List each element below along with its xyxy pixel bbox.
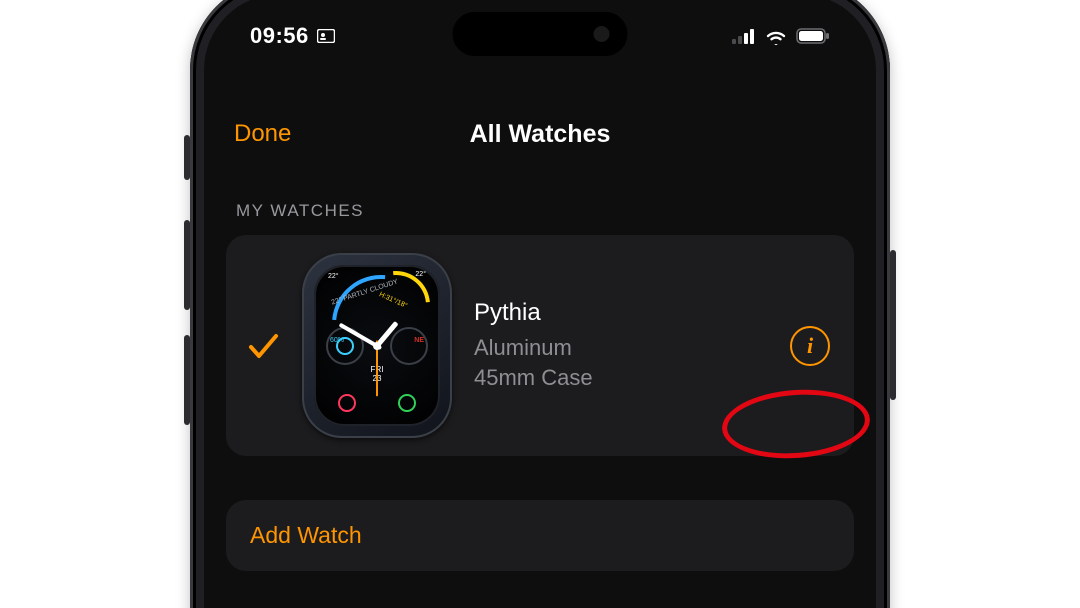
battery-icon [796, 28, 830, 44]
stage: 09:56 [0, 0, 1080, 608]
status-bar: 09:56 [204, 20, 876, 52]
cellular-signal-icon [732, 28, 756, 44]
volume-up-key [184, 220, 190, 310]
watch-row[interactable]: 22° 22° 22° PARTLY CLOUDY H:31°/18° 60% … [226, 235, 854, 456]
id-card-icon [317, 29, 335, 43]
info-button[interactable]: i [790, 326, 830, 366]
watch-thumbnail: 22° 22° 22° PARTLY CLOUDY H:31°/18° 60% … [302, 253, 452, 438]
nav-bar: Done All Watches [204, 102, 876, 167]
my-watches-header: MY WATCHES [236, 201, 844, 221]
face-temp-a: 22° [328, 273, 339, 280]
phone-screen: 09:56 [204, 0, 876, 608]
volume-down-key [184, 335, 190, 425]
add-watch-button[interactable]: Add Watch [226, 500, 854, 571]
phone-body: 09:56 [190, 0, 890, 608]
side-button-key [890, 250, 896, 400]
watch-info: Pythia Aluminum 45mm Case [474, 299, 768, 392]
face-compass: NE [414, 337, 424, 344]
status-time: 09:56 [250, 23, 309, 49]
nav-title: All Watches [470, 120, 611, 149]
watch-case-size: 45mm Case [474, 363, 768, 393]
ringer-switch [184, 135, 190, 180]
info-icon: i [807, 333, 813, 359]
face-temp-b: 22° [415, 271, 426, 278]
done-button[interactable]: Done [234, 120, 291, 148]
my-watches-section: MY WATCHES 22° 22° 22° PARTLY CLOUDY [204, 167, 876, 571]
add-watch-label: Add Watch [250, 522, 362, 549]
watch-material: Aluminum [474, 333, 768, 363]
watch-face: 22° 22° 22° PARTLY CLOUDY H:31°/18° 60% … [314, 265, 440, 426]
wifi-icon [764, 27, 788, 45]
checkmark-icon [246, 329, 280, 363]
screen-content: Done All Watches MY WATCHES 2 [204, 82, 876, 608]
watch-name: Pythia [474, 299, 768, 327]
face-humidity: 60% [330, 337, 344, 344]
